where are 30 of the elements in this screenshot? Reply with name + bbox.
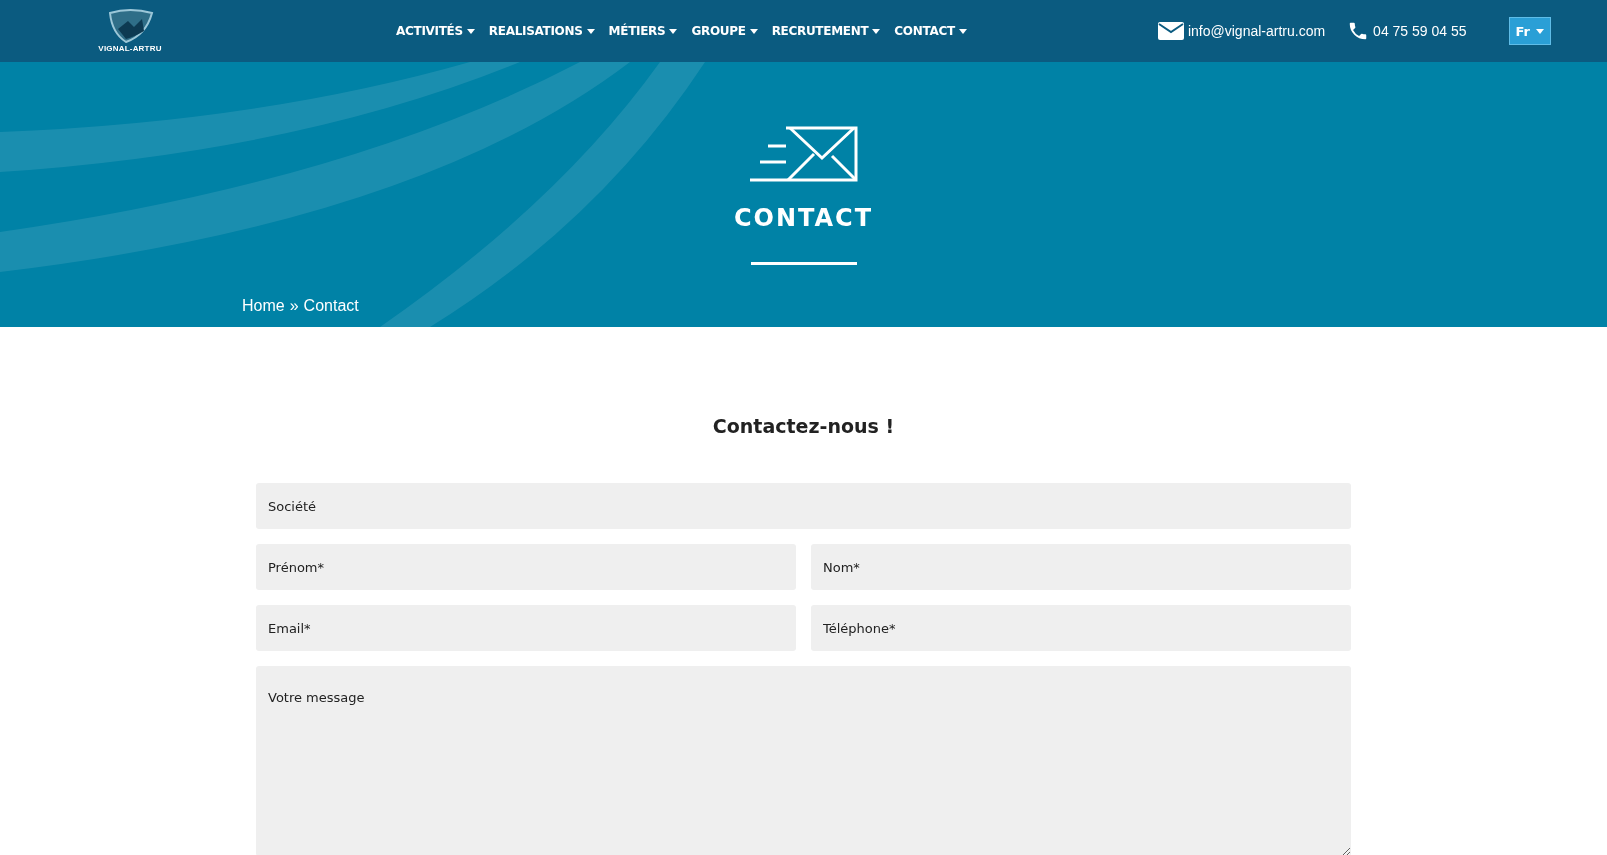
nav-link[interactable]: CONTACT (894, 24, 967, 38)
input-field[interactable]: Prénom* (256, 544, 796, 590)
breadcrumb-current: Contact (303, 297, 359, 315)
caret-icon (466, 28, 475, 34)
nav-link[interactable]: GROUPE (691, 24, 758, 38)
caret-icon (1536, 28, 1544, 34)
input-field[interactable]: Nom* (811, 544, 1351, 590)
nav-link[interactable]: ACTIVITÉS (396, 24, 475, 38)
envelope-icon (1157, 22, 1184, 40)
caret-icon (586, 28, 595, 34)
nav-link[interactable]: RECRUTEMENT (771, 24, 881, 38)
caret-icon (872, 28, 881, 34)
input-field[interactable]: Téléphone* (811, 605, 1351, 651)
phone-link[interactable]: 04 75 59 04 55 (1347, 20, 1467, 42)
input-field[interactable]: Email* (256, 605, 796, 651)
input-field[interactable]: Société (256, 483, 1351, 529)
caret-icon (749, 28, 758, 34)
logo-text: VIGNAL-ARTRU (98, 44, 162, 53)
breadcrumb-link[interactable]: Home (242, 297, 285, 315)
breadcrumb-separator: » (289, 297, 299, 315)
message-field[interactable]: Votre message (256, 666, 1351, 855)
nav-link[interactable]: MÉTIERS (608, 24, 678, 38)
envelope-icon (749, 126, 858, 182)
caret-icon (669, 28, 678, 34)
nav-link[interactable]: REALISATIONS (488, 24, 595, 38)
email-link[interactable]: info@vignal-artru.com (1157, 22, 1326, 40)
page-title: CONTACT (733, 204, 874, 232)
caret-icon (958, 28, 967, 34)
form-heading: Contactez-nous ! (711, 415, 896, 437)
shield-logo-icon (106, 9, 154, 43)
